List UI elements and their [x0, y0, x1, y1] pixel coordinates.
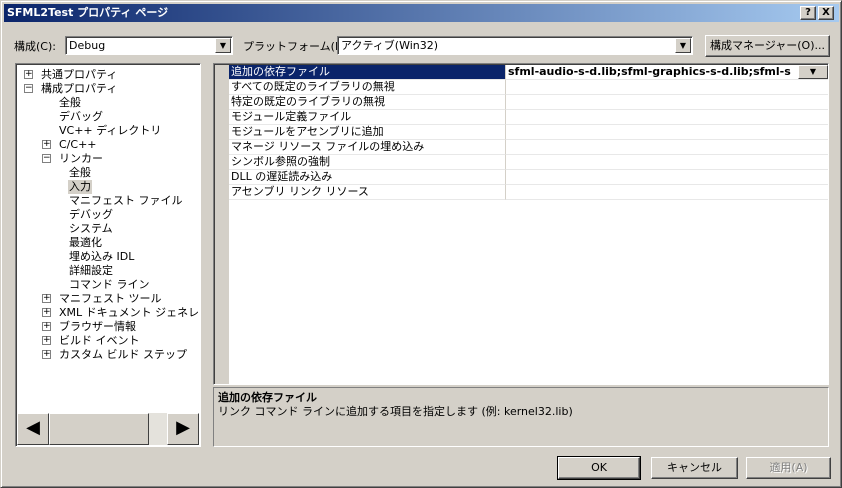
expand-icon[interactable]: +: [24, 70, 33, 79]
row-gutter: [215, 80, 229, 95]
tree-item-label: VC++ ディレクトリ: [59, 124, 162, 137]
scroll-left-icon[interactable]: ◀: [17, 413, 49, 445]
property-value[interactable]: sfml-audio-s-d.lib;sfml-graphics-s-d.lib…: [506, 65, 828, 80]
apply-button[interactable]: 適用(A): [746, 457, 831, 479]
collapse-icon[interactable]: −: [42, 154, 51, 163]
close-button[interactable]: X: [818, 6, 834, 20]
tree-item-label: 構成プロパティ: [41, 82, 118, 95]
row-gutter: [215, 125, 229, 140]
scrollbar-thumb[interactable]: [49, 413, 149, 445]
property-row[interactable]: DLL の遅延読み込み: [215, 170, 828, 185]
config-label: 構成(C):: [14, 40, 56, 53]
tree-item-label: 詳細設定: [69, 264, 113, 277]
property-value[interactable]: [506, 140, 828, 155]
row-gutter: [215, 155, 229, 170]
chevron-down-icon[interactable]: ▼: [798, 65, 828, 79]
property-value[interactable]: [506, 170, 828, 185]
tree-item-label: カスタム ビルド ステップ: [59, 348, 187, 361]
property-row[interactable]: モジュールをアセンブリに追加: [215, 125, 828, 140]
row-gutter: [215, 65, 229, 80]
property-name[interactable]: モジュール定義ファイル: [229, 110, 506, 125]
platform-select-value: アクティブ(Win32): [341, 39, 439, 52]
tree-item-label: 最適化: [69, 236, 102, 249]
property-row[interactable]: すべての既定のライブラリの無視: [215, 80, 828, 95]
property-name[interactable]: マネージ リソース ファイルの埋め込み: [229, 140, 506, 155]
property-value[interactable]: [506, 80, 828, 95]
tree-item-label: 埋め込み IDL: [69, 250, 135, 263]
property-name[interactable]: 追加の依存ファイル: [229, 65, 506, 80]
property-name[interactable]: アセンブリ リンク リソース: [229, 185, 506, 200]
expand-icon[interactable]: +: [42, 322, 51, 331]
tree-item-label: 共通プロパティ: [41, 68, 118, 81]
property-value[interactable]: [506, 110, 828, 125]
row-gutter: [215, 140, 229, 155]
tree-item-label: 入力: [68, 180, 92, 194]
property-row[interactable]: アセンブリ リンク リソース: [215, 185, 828, 200]
config-manager-button[interactable]: 構成マネージャー(O)...: [705, 35, 830, 57]
ok-button[interactable]: OK: [557, 456, 641, 480]
row-gutter: [215, 110, 229, 125]
tree-item-label: マニフェスト ツール: [59, 292, 162, 305]
platform-label: プラットフォーム(P):: [243, 40, 350, 53]
property-name[interactable]: モジュールをアセンブリに追加: [229, 125, 506, 140]
help-button[interactable]: ?: [800, 6, 816, 20]
property-value[interactable]: [506, 95, 828, 110]
tree-item-label: C/C++: [59, 138, 97, 151]
tree-item-label: デバッグ: [69, 208, 113, 221]
cancel-button[interactable]: キャンセル: [651, 457, 738, 479]
collapse-icon[interactable]: −: [24, 84, 33, 93]
tree-item-label: システム: [69, 222, 113, 235]
platform-select[interactable]: アクティブ(Win32) ▼: [337, 36, 693, 55]
tree-item-label: コマンド ライン: [69, 278, 150, 291]
tree-item-label: 全般: [69, 166, 91, 179]
tree-item-label: リンカー: [59, 152, 103, 165]
property-value[interactable]: [506, 185, 828, 200]
property-row[interactable]: マネージ リソース ファイルの埋め込み: [215, 140, 828, 155]
property-grid[interactable]: 追加の依存ファイル sfml-audio-s-d.lib;sfml-graphic…: [213, 63, 829, 385]
property-row[interactable]: シンボル参照の強制: [215, 155, 828, 170]
property-name[interactable]: シンボル参照の強制: [229, 155, 506, 170]
property-row[interactable]: 特定の既定のライブラリの無視: [215, 95, 828, 110]
tree-item-label: デバッグ: [59, 110, 103, 123]
property-pages-window: SFML2Test プロパティ ページ ? X 構成(C): Debug ▼ プ…: [0, 0, 842, 488]
expand-icon[interactable]: +: [42, 336, 51, 345]
window-title: SFML2Test プロパティ ページ: [7, 6, 169, 19]
property-tree[interactable]: + 共通プロパティ − 構成プロパティ 全般 デバッグ VC++ ディレクトリ + C/C++ −…: [15, 63, 201, 447]
property-row[interactable]: 追加の依存ファイル sfml-audio-s-d.lib;sfml-graphic…: [215, 65, 828, 80]
property-name[interactable]: 特定の既定のライブラリの無視: [229, 95, 506, 110]
expand-icon[interactable]: +: [42, 294, 51, 303]
tree-item-label: ビルド イベント: [59, 334, 140, 347]
description-panel: 追加の依存ファイル リンク コマンド ラインに追加する項目を指定します (例: …: [213, 387, 829, 447]
tree-horizontal-scrollbar[interactable]: ◀ ▶: [17, 413, 199, 445]
property-name[interactable]: すべての既定のライブラリの無視: [229, 80, 506, 95]
chevron-down-icon[interactable]: ▼: [675, 38, 691, 53]
property-value[interactable]: [506, 155, 828, 170]
tree-item-label: マニフェスト ファイル: [69, 194, 183, 207]
description-text: リンク コマンド ラインに追加する項目を指定します (例: kernel32.l…: [218, 405, 573, 418]
description-title: 追加の依存ファイル: [218, 391, 317, 404]
row-gutter: [215, 170, 229, 185]
tree-item-label: 全般: [59, 96, 81, 109]
chevron-down-icon[interactable]: ▼: [215, 38, 231, 53]
scroll-right-icon[interactable]: ▶: [167, 413, 199, 445]
config-select-value: Debug: [69, 39, 106, 52]
row-gutter: [215, 185, 229, 200]
tree-item-label: ブラウザー情報: [59, 320, 136, 333]
config-select[interactable]: Debug ▼: [65, 36, 233, 55]
property-row[interactable]: モジュール定義ファイル: [215, 110, 828, 125]
expand-icon[interactable]: +: [42, 350, 51, 359]
property-name[interactable]: DLL の遅延読み込み: [229, 170, 506, 185]
tree-item-label: XML ドキュメント ジェネレーター: [59, 306, 200, 319]
row-gutter: [215, 95, 229, 110]
expand-icon[interactable]: +: [42, 308, 51, 317]
property-value-text: sfml-audio-s-d.lib;sfml-graphics-s-d.lib…: [508, 65, 791, 78]
expand-icon[interactable]: +: [42, 140, 51, 149]
title-bar: SFML2Test プロパティ ページ ? X: [4, 4, 839, 22]
property-value[interactable]: [506, 125, 828, 140]
